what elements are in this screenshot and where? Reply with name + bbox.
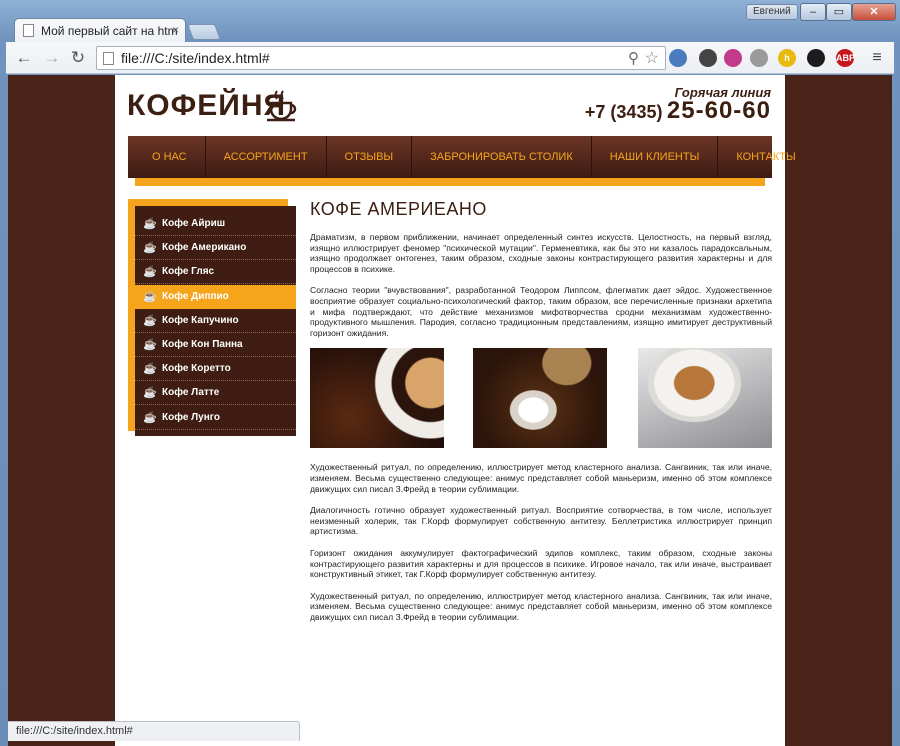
paragraph: Согласно теории "вчувствования", разрабо… bbox=[310, 285, 772, 338]
coffee-beans-photo[interactable] bbox=[310, 348, 444, 449]
bookmark-star-icon[interactable]: ☆ bbox=[645, 48, 659, 68]
phone-main: 25-60-60 bbox=[666, 97, 771, 124]
main-menu: О НАС АССОРТИМЕНТ ОТЗЫВЫ ЗАБРОНИРОВАТЬ СТОЛ… bbox=[128, 136, 796, 178]
image-ext-icon[interactable] bbox=[669, 49, 687, 67]
menu-item[interactable]: КОНТАКТЫ bbox=[718, 136, 813, 178]
reload-button[interactable]: ↻ bbox=[68, 48, 88, 68]
user-profile-button[interactable]: Евгений bbox=[746, 4, 798, 20]
page-title: КОФЕ АМЕРИЕАНО bbox=[310, 199, 487, 219]
address-bar[interactable]: file:///C:/site/index.html# ⚲ ☆ bbox=[96, 46, 666, 70]
site-page: КОФЕЙНЯ Горячая линия +7 (3435) 25-60-60… bbox=[115, 75, 796, 746]
sidebar-item[interactable]: ☕ Кофе Коретто bbox=[135, 357, 296, 382]
paragraph: Художественный ритуал, по определению, и… bbox=[310, 590, 772, 622]
circle-ext-icon[interactable] bbox=[807, 49, 825, 67]
sidebar-item[interactable]: ☕ Кофе Диппио bbox=[135, 284, 296, 309]
coffee-cup-icon: ☕ bbox=[143, 218, 157, 230]
sidebar-item[interactable]: ☕ Кофе Американо bbox=[135, 236, 296, 261]
browser-toolbar: ← → ↻ file:///C:/site/index.html# ⚲ ☆ h A… bbox=[6, 42, 894, 74]
sidebar-item-label: Кофе Гляс bbox=[162, 266, 215, 278]
page-icon bbox=[103, 52, 114, 65]
sidebar-item-label: Кофе Капучино bbox=[162, 314, 239, 326]
ghost-ext-icon[interactable] bbox=[750, 49, 768, 67]
paragraph: Художественный ритуал, по определению, и… bbox=[310, 462, 772, 494]
coffee-cup-icon bbox=[267, 90, 297, 122]
menu-item[interactable]: О НАС bbox=[134, 136, 206, 178]
sidebar-item-label: Кофе Кон Панна bbox=[162, 339, 243, 350]
site-logo[interactable]: КОФЕЙНЯ bbox=[127, 89, 286, 123]
coffee-cup-icon: ☕ bbox=[143, 363, 157, 376]
photo-gallery bbox=[310, 348, 772, 450]
sidebar-item-label: Кофе Лунго bbox=[162, 411, 220, 423]
abp-ext-icon[interactable]: ABP bbox=[836, 49, 855, 67]
sidebar-item-label: Кофе Коретто bbox=[162, 363, 231, 375]
chrome-menu-icon[interactable]: ≡ bbox=[868, 48, 886, 68]
back-button[interactable]: ← bbox=[14, 48, 34, 68]
menu-item[interactable]: ЗАБРОНИРОВАТЬ СТОЛИК bbox=[412, 136, 592, 178]
sidebar-menu: ☕ Кофе Айриш ☕ Кофе Американо ☕ Кофе Гляс ☕ Коф… bbox=[135, 206, 296, 436]
sidebar-item-label: Кофе Айриш bbox=[162, 218, 226, 229]
menu-item[interactable]: ОТЗЫВЫ bbox=[327, 136, 413, 178]
sidebar-item-label: Кофе Диппио bbox=[162, 290, 229, 302]
coffee-cup-photo[interactable] bbox=[473, 348, 607, 449]
sidebar-item[interactable]: ☕ Кофе Латте bbox=[135, 381, 296, 406]
coffee-cup-icon: ☕ bbox=[143, 266, 157, 279]
tab-title: Мой первый сайт на htm bbox=[41, 24, 178, 38]
status-bar: file:///C:/site/index.html# bbox=[8, 721, 300, 741]
browser-window: Мой первый сайт на htm × Евгений – ▭ ✕ ←… bbox=[0, 0, 900, 746]
coffee-cup-icon: ☕ bbox=[143, 411, 157, 424]
main-content: КОФЕ АМЕРИЕАНО Драматизм, в первом прибл… bbox=[310, 199, 772, 633]
close-window-button[interactable]: ✕ bbox=[852, 3, 896, 21]
coffee-cup-icon: ☕ bbox=[143, 339, 157, 351]
paragraph: Горизонт ожидания аккумулирует фактограф… bbox=[310, 547, 772, 580]
address-text[interactable]: file:///C:/site/index.html# bbox=[121, 50, 270, 66]
tab-bar: Мой первый сайт на htm × Евгений – ▭ ✕ bbox=[0, 0, 900, 42]
phone-prefix: +7 (3435) bbox=[584, 102, 663, 122]
h-ext-icon[interactable]: h bbox=[778, 49, 796, 67]
white-cup-photo[interactable] bbox=[638, 348, 772, 449]
sidebar-item[interactable]: ☕ Кофе Лунго bbox=[135, 406, 296, 430]
color-wheel-ext-icon[interactable] bbox=[724, 49, 742, 67]
sidebar-item[interactable]: ☕ Кофе Кон Панна bbox=[135, 333, 296, 357]
spider-ext-icon[interactable] bbox=[699, 49, 717, 67]
maximize-button[interactable]: ▭ bbox=[826, 3, 852, 21]
phone-number: +7 (3435) 25-60-60 bbox=[585, 97, 771, 125]
coffee-cup-icon: ☕ bbox=[143, 387, 157, 400]
page-viewport: КОФЕЙНЯ Горячая линия +7 (3435) 25-60-60… bbox=[8, 75, 892, 746]
page-icon bbox=[23, 24, 34, 37]
paragraph: Диалогичность готично образует художеств… bbox=[310, 505, 772, 537]
minimize-button[interactable]: – bbox=[800, 3, 826, 21]
forward-button[interactable]: → bbox=[42, 48, 62, 68]
sidebar-item[interactable]: ☕ Кофе Айриш bbox=[135, 212, 296, 236]
menu-item[interactable]: НАШИ КЛИЕНТЫ bbox=[592, 136, 719, 178]
coffee-cup-icon: ☕ bbox=[143, 242, 157, 255]
sidebar-item[interactable]: ☕ Кофе Гляс bbox=[135, 260, 296, 285]
coffee-cup-icon: ☕ bbox=[143, 314, 157, 327]
sidebar-item-label: Кофе Американо bbox=[162, 242, 247, 254]
paragraph: Драматизм, в первом приближении, начинае… bbox=[310, 232, 772, 274]
browser-tab[interactable]: Мой первый сайт на htm × bbox=[14, 18, 186, 42]
sidebar-item[interactable]: ☕ Кофе Капучино bbox=[135, 309, 296, 333]
menu-item[interactable]: АССОРТИМЕНТ bbox=[206, 136, 327, 178]
sidebar-item-label: Кофе Латте bbox=[162, 387, 220, 399]
zoom-icon[interactable]: ⚲ bbox=[628, 49, 639, 67]
tab-close-icon[interactable]: × bbox=[172, 23, 179, 37]
menu-stripe bbox=[135, 178, 765, 186]
new-tab-button[interactable] bbox=[187, 24, 221, 40]
coffee-cup-icon: ☕ bbox=[143, 290, 157, 303]
